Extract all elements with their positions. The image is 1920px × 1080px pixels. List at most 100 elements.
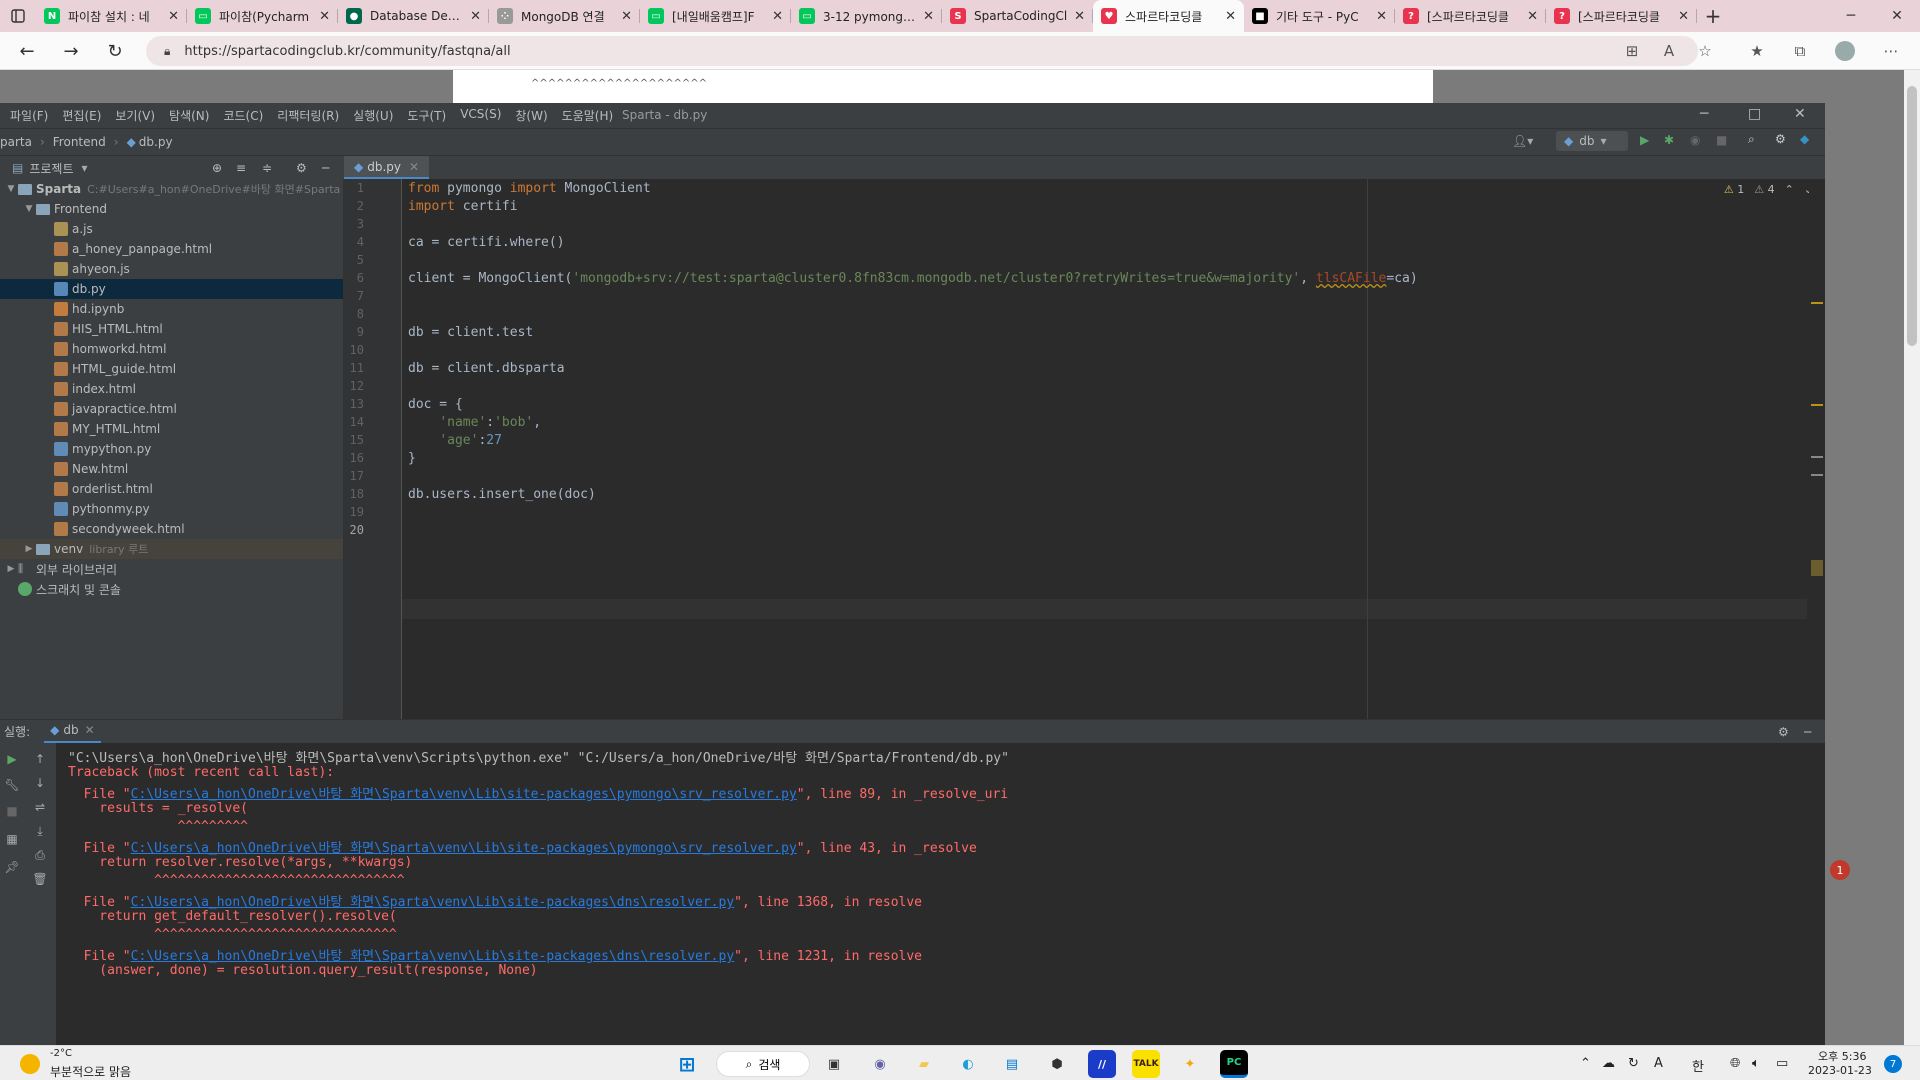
- page-scroll-thumb[interactable]: [1907, 86, 1917, 346]
- warning-count[interactable]: ⚠ 1: [1724, 183, 1744, 196]
- security-icon[interactable]: ✦: [1176, 1050, 1204, 1078]
- code-line[interactable]: doc = {: [408, 397, 463, 412]
- tree-item[interactable]: ahyeon.js: [0, 259, 343, 279]
- run-tab-db[interactable]: ◆ db ✕: [44, 720, 101, 744]
- browser-tab[interactable]: ■ 기타 도구 - PyC ✕: [1244, 0, 1395, 32]
- expand-all-icon[interactable]: ≡: [236, 161, 246, 175]
- code-line[interactable]: db.users.insert_one(doc): [408, 487, 596, 502]
- close-tab-icon[interactable]: ✕: [772, 9, 783, 24]
- ide-close-icon[interactable]: ✕: [1794, 106, 1806, 122]
- file-link[interactable]: C:\Users\a_hon\OneDrive\바탕 화면\Sparta\ven…: [131, 895, 735, 910]
- weather-temp[interactable]: -2°C: [50, 1048, 72, 1059]
- rerun-icon[interactable]: ▶: [4, 751, 20, 767]
- menu-item[interactable]: 도구(T): [407, 107, 446, 124]
- unity-icon[interactable]: ⬢: [1043, 1050, 1071, 1078]
- run-console[interactable]: "C:\Users\a_hon\OneDrive\바탕 화면\Sparta\ve…: [56, 743, 1825, 1045]
- plugin-icon[interactable]: ◆: [1800, 132, 1809, 146]
- collapse-all-icon[interactable]: ≑: [262, 161, 272, 175]
- hide-run-panel-icon[interactable]: ─: [1804, 725, 1811, 739]
- menu-item[interactable]: 창(W): [515, 107, 547, 124]
- battery-icon[interactable]: ▭: [1776, 1056, 1788, 1071]
- tree-item[interactable]: index.html: [0, 379, 343, 399]
- file-explorer-icon[interactable]: ▰: [910, 1050, 938, 1078]
- close-tab-icon[interactable]: ✕: [1527, 9, 1538, 24]
- breadcrumb-folder[interactable]: Frontend: [53, 135, 106, 149]
- run-icon[interactable]: ▶: [1640, 133, 1649, 147]
- sync-icon[interactable]: ↻: [1628, 1056, 1639, 1071]
- browser-tab[interactable]: ▭ 파이참(Pycharm ✕: [187, 0, 338, 32]
- close-tab-icon[interactable]: ✕: [1225, 9, 1236, 24]
- scroll-to-end-icon[interactable]: ⤓: [32, 823, 48, 839]
- close-tab-icon[interactable]: ✕: [923, 9, 934, 24]
- expand-arrow-icon[interactable]: ▶: [4, 564, 18, 574]
- tree-item[interactable]: ▼ Sparta C:#Users#a_hon#OneDrive#바탕 화면#Spa…: [0, 179, 343, 199]
- tree-item[interactable]: 스크래치 및 콘솔: [0, 579, 343, 599]
- vscode-like-icon[interactable]: //: [1088, 1050, 1116, 1078]
- tree-item[interactable]: HTML_guide.html: [0, 359, 343, 379]
- close-run-tab-icon[interactable]: ✕: [85, 723, 95, 737]
- store-icon[interactable]: ▤: [998, 1050, 1026, 1078]
- tab-db-py[interactable]: ◆ db.py ✕: [344, 156, 430, 180]
- close-tab-icon[interactable]: ✕: [409, 160, 419, 174]
- kakaotalk-icon[interactable]: TALK: [1132, 1050, 1160, 1078]
- refresh-icon[interactable]: ↻: [96, 32, 134, 70]
- menu-item[interactable]: 파일(F): [10, 107, 48, 124]
- pycharm-icon[interactable]: PC: [1220, 1050, 1248, 1078]
- run-config-select[interactable]: ◆ db ▾: [1556, 131, 1628, 151]
- code-line[interactable]: db = client.dbsparta: [408, 361, 565, 376]
- menu-item[interactable]: 리팩터링(R): [277, 107, 339, 124]
- stop-icon[interactable]: ■: [1716, 133, 1727, 147]
- tab-actions-icon[interactable]: [0, 0, 36, 32]
- weak-warning-count[interactable]: ⚠ 4: [1754, 183, 1774, 196]
- network-icon[interactable]: 🌐︎: [1730, 1056, 1740, 1071]
- menu-item[interactable]: 탐색(N): [169, 107, 209, 124]
- expand-arrow-icon[interactable]: ▼: [4, 184, 18, 194]
- edge-icon[interactable]: ◐: [954, 1050, 982, 1078]
- print-icon[interactable]: ⎙: [32, 847, 48, 863]
- file-link[interactable]: C:\Users\a_hon\OneDrive\바탕 화면\Sparta\ven…: [131, 949, 735, 964]
- expand-arrow-icon[interactable]: ▼: [22, 204, 36, 214]
- inspection-widget[interactable]: ⚠ 1 ⚠ 4 ⌃ ⌄: [1724, 183, 1813, 196]
- close-window-icon[interactable]: ✕: [1874, 0, 1920, 32]
- pin-icon[interactable]: 📌︎: [4, 859, 20, 875]
- run-settings-icon[interactable]: ⚙: [1778, 725, 1789, 739]
- tree-item[interactable]: HIS_HTML.html: [0, 319, 343, 339]
- collections-icon[interactable]: ⧉: [1785, 36, 1815, 66]
- chat-icon[interactable]: ◉: [866, 1050, 894, 1078]
- editor-scrollbar[interactable]: [1809, 179, 1825, 719]
- url-field[interactable]: 🔒︎ https://spartacodingclub.kr/community…: [146, 36, 1698, 66]
- error-stripe-mark[interactable]: [1811, 404, 1823, 406]
- code-editor[interactable]: 1 2 3 4 5 6 7 8 9 10 11 12 13 14 15 16 17 18 19 20 from pym…: [344, 179, 1825, 719]
- dropdown-icon[interactable]: ▾: [82, 161, 88, 175]
- clear-console-icon[interactable]: 🗑︎: [32, 871, 48, 887]
- wrench-icon[interactable]: 🔧︎: [4, 777, 20, 793]
- weather-icon[interactable]: [20, 1054, 40, 1074]
- font-icon[interactable]: A: [1654, 1056, 1663, 1071]
- menu-item[interactable]: VCS(S): [460, 107, 501, 124]
- tree-item[interactable]: javapractice.html: [0, 399, 343, 419]
- tree-item[interactable]: db.py: [0, 279, 343, 299]
- weather-desc[interactable]: 부분적으로 맑음: [50, 1063, 131, 1080]
- code-line[interactable]: 'age':27: [408, 433, 502, 448]
- menu-item[interactable]: 도움말(H): [562, 107, 614, 124]
- menu-item[interactable]: 코드(C): [223, 107, 263, 124]
- expand-arrow-icon[interactable]: ▶: [22, 544, 36, 554]
- volume-icon[interactable]: 🔈︎: [1752, 1056, 1760, 1071]
- tree-item[interactable]: New.html: [0, 459, 343, 479]
- scroll-up-icon[interactable]: ↑: [32, 751, 48, 767]
- new-tab-button[interactable]: +: [1697, 0, 1729, 32]
- browser-tab[interactable]: ? [스파르타코딩클 ✕: [1395, 0, 1546, 32]
- tree-item[interactable]: secondyweek.html: [0, 519, 343, 539]
- help-widget[interactable]: 1: [1826, 860, 1856, 930]
- browser-tab[interactable]: ⁘ MongoDB 연결 ✕: [489, 0, 640, 32]
- forward-icon[interactable]: →: [52, 32, 90, 70]
- settings-icon[interactable]: ⚙: [1775, 132, 1786, 146]
- tree-item[interactable]: ▶ ⫼ 외부 라이브러리: [0, 559, 343, 579]
- task-view-icon[interactable]: ▣: [820, 1050, 848, 1078]
- close-tab-icon[interactable]: ✕: [168, 9, 179, 24]
- profile-avatar[interactable]: [1830, 36, 1860, 66]
- browser-tab[interactable]: ▭ 3-12 pymongo드 ✕: [791, 0, 942, 32]
- start-icon[interactable]: ⊞: [673, 1050, 701, 1078]
- browser-tab[interactable]: ? [스파르타코딩클 ✕: [1546, 0, 1697, 32]
- tree-item[interactable]: hd.ipynb: [0, 299, 343, 319]
